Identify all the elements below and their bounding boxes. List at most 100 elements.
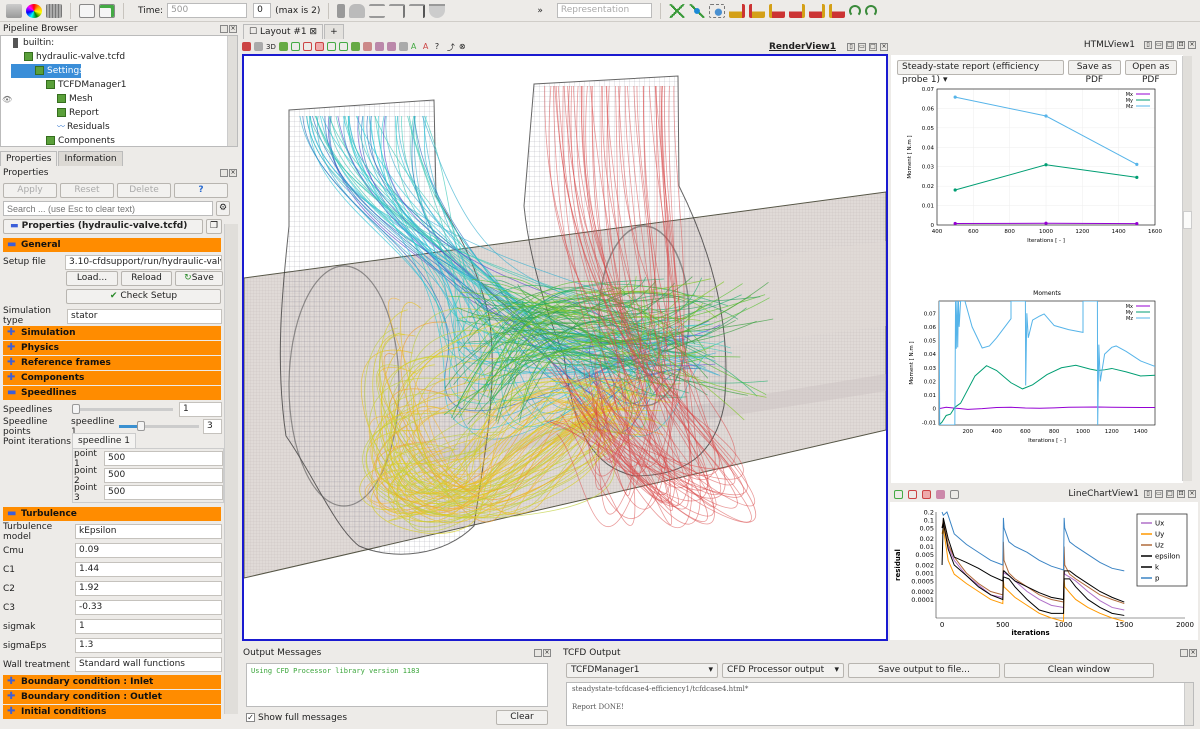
close-icon[interactable]: ×	[1189, 648, 1197, 657]
section-boundary-condition-inlet[interactable]: ✚ Boundary condition : Inlet	[3, 675, 221, 689]
toolbar-overflow[interactable]: »	[537, 6, 543, 16]
save-as-pdf-button[interactable]: Save as PDF	[1068, 60, 1121, 85]
section-general[interactable]: ▬ General	[3, 238, 221, 252]
clear-messages-button[interactable]: Clear	[496, 710, 548, 725]
view-minus-y-icon[interactable]	[788, 3, 805, 18]
hover-cells-icon[interactable]	[374, 42, 384, 51]
delete-button[interactable]: Delete	[117, 183, 171, 198]
3d-toggle[interactable]: 3D	[266, 43, 276, 51]
select-polygon-icon[interactable]	[338, 42, 348, 51]
pipeline-item[interactable]: TCFDManager1	[1, 78, 237, 92]
close-view-icon[interactable]: ×	[1188, 41, 1196, 49]
zoom-to-data-icon[interactable]	[894, 489, 903, 499]
section-speedlines[interactable]: ▬ Speedlines	[3, 386, 221, 400]
select-cells-icon[interactable]	[290, 42, 300, 51]
section-physics[interactable]: ✚ Physics	[3, 341, 221, 355]
apply-button[interactable]: Apply	[3, 183, 57, 198]
properties-scrollbar[interactable]	[224, 224, 238, 714]
gear-icon[interactable]: ⚙	[216, 201, 230, 216]
representation-dropdown[interactable]: Representation	[556, 3, 652, 18]
chart-options-icon[interactable]	[936, 489, 945, 499]
shrink-selection-icon[interactable]	[398, 42, 408, 51]
restore-icon[interactable]: ⊡	[1177, 490, 1185, 498]
select-icon[interactable]	[242, 42, 251, 51]
float-icon[interactable]	[220, 24, 228, 33]
select-chart-icon[interactable]	[922, 489, 931, 499]
time-camera-icon[interactable]	[409, 3, 426, 18]
split-horizontal-icon[interactable]: ▯	[1144, 490, 1152, 498]
split-horizontal-icon[interactable]: ▯	[847, 42, 855, 51]
point-iteration-input[interactable]: 500	[104, 485, 223, 500]
zoom-fit-icon[interactable]	[688, 3, 705, 18]
split-vertical-icon[interactable]: ▭	[1155, 490, 1163, 498]
restore-icon[interactable]: ⊡	[1177, 41, 1185, 49]
pipeline-item[interactable]: 〰 Residuals	[1, 120, 237, 134]
camera-icon[interactable]	[278, 42, 288, 51]
camera-link-icon[interactable]	[349, 3, 366, 18]
hide-icon[interactable]	[429, 3, 446, 18]
section-boundary-condition-outlet[interactable]: ✚ Boundary condition : Outlet	[3, 690, 221, 704]
turbulence-input[interactable]: 0.09	[75, 543, 222, 558]
report-select-dropdown[interactable]: Steady-state report (efficiency probe 1)…	[897, 60, 1065, 85]
pipeline-item[interactable]: hydraulic-valve.tcfd	[1, 50, 237, 64]
copy-properties-icon[interactable]: ❐	[206, 219, 222, 234]
reload-button[interactable]: Reload	[121, 271, 172, 286]
help-button[interactable]: ?	[174, 183, 228, 198]
clear-selection-icon[interactable]: ⊗	[459, 42, 468, 51]
simulation-type-dropdown[interactable]: stator	[67, 308, 222, 324]
turbulence-input[interactable]: kEpsilon	[75, 524, 222, 539]
turbulence-input[interactable]: 1.3	[75, 638, 222, 653]
line-chart-view[interactable]: 0 500 1000 1500 2000 0.2 0.1 0.05 0.02 0.01 0.005 0…	[890, 502, 1198, 640]
float-icon[interactable]	[534, 648, 542, 657]
close-icon[interactable]: ×	[543, 648, 551, 657]
color-wheel-icon[interactable]	[26, 3, 42, 18]
turbulence-input[interactable]: -0.33	[75, 600, 222, 615]
speedlines-value[interactable]: 1	[179, 402, 222, 417]
tab-properties[interactable]: Properties	[0, 151, 58, 166]
view-plus-y-icon[interactable]	[768, 3, 785, 18]
zoom-box-icon[interactable]	[708, 3, 725, 18]
close-icon[interactable]: ×	[229, 24, 237, 33]
bar-icon[interactable]	[337, 3, 346, 18]
label-points-icon[interactable]: A	[423, 42, 432, 51]
paraview-source-icon[interactable]	[6, 3, 22, 18]
close-icon[interactable]: ×	[229, 168, 237, 177]
speedlines-slider[interactable]	[72, 404, 173, 414]
rotate-camera-icon[interactable]	[389, 3, 406, 18]
load-button[interactable]: Load...	[66, 271, 118, 286]
properties-search-input[interactable]	[3, 201, 213, 216]
pipeline-item[interactable]: Report	[1, 106, 237, 120]
section-initial-conditions[interactable]: ✚ Initial conditions	[3, 705, 221, 719]
tab-layout-1[interactable]: ☐ Layout #1 ⊠	[243, 24, 324, 39]
maximize-icon[interactable]: □	[1166, 41, 1174, 49]
mesh-icon[interactable]	[46, 3, 62, 18]
timestep-spinbox[interactable]: 0	[253, 3, 272, 18]
turbulence-input[interactable]: 1.92	[75, 581, 222, 596]
grow-selection-icon[interactable]	[386, 42, 396, 51]
check-setup-button[interactable]: ✔ Check Setup	[66, 289, 221, 304]
float-icon[interactable]	[1180, 648, 1188, 657]
export-chart-icon[interactable]	[950, 489, 959, 499]
zoom-axis-icon[interactable]	[908, 489, 917, 499]
new-file-icon[interactable]	[99, 3, 115, 18]
float-icon[interactable]	[220, 168, 228, 177]
section-turbulence[interactable]: ▬ Turbulence	[3, 507, 221, 521]
time-input[interactable]: 500	[167, 3, 248, 18]
rotate-plus-90-icon[interactable]	[848, 4, 861, 17]
pipeline-item[interactable]: Components	[1, 134, 237, 146]
view-minus-x-icon[interactable]	[748, 3, 765, 18]
add-layout-tab-button[interactable]: +	[324, 24, 344, 39]
show-full-messages-checkbox[interactable]: ✓	[246, 713, 255, 722]
pipeline-item[interactable]: Settings	[11, 64, 84, 78]
rotate-minus-90-icon[interactable]	[864, 4, 877, 17]
tcfd-output-scrollbar[interactable]	[1184, 683, 1193, 725]
section-reference-frames[interactable]: ✚ Reference frames	[3, 356, 221, 370]
interact-icon[interactable]	[254, 42, 263, 51]
visibility-eye-icon[interactable]: 👁	[2, 95, 12, 104]
open-as-pdf-button[interactable]: Open as PDF	[1124, 60, 1177, 85]
select-frustum-icon[interactable]	[314, 42, 324, 51]
view-plus-x-icon[interactable]	[728, 3, 745, 18]
maximize-icon[interactable]: □	[869, 42, 877, 51]
manager-select-dropdown[interactable]: TCFDManager1 ▾	[566, 663, 718, 678]
pipeline-item[interactable]: builtin:	[1, 36, 237, 50]
